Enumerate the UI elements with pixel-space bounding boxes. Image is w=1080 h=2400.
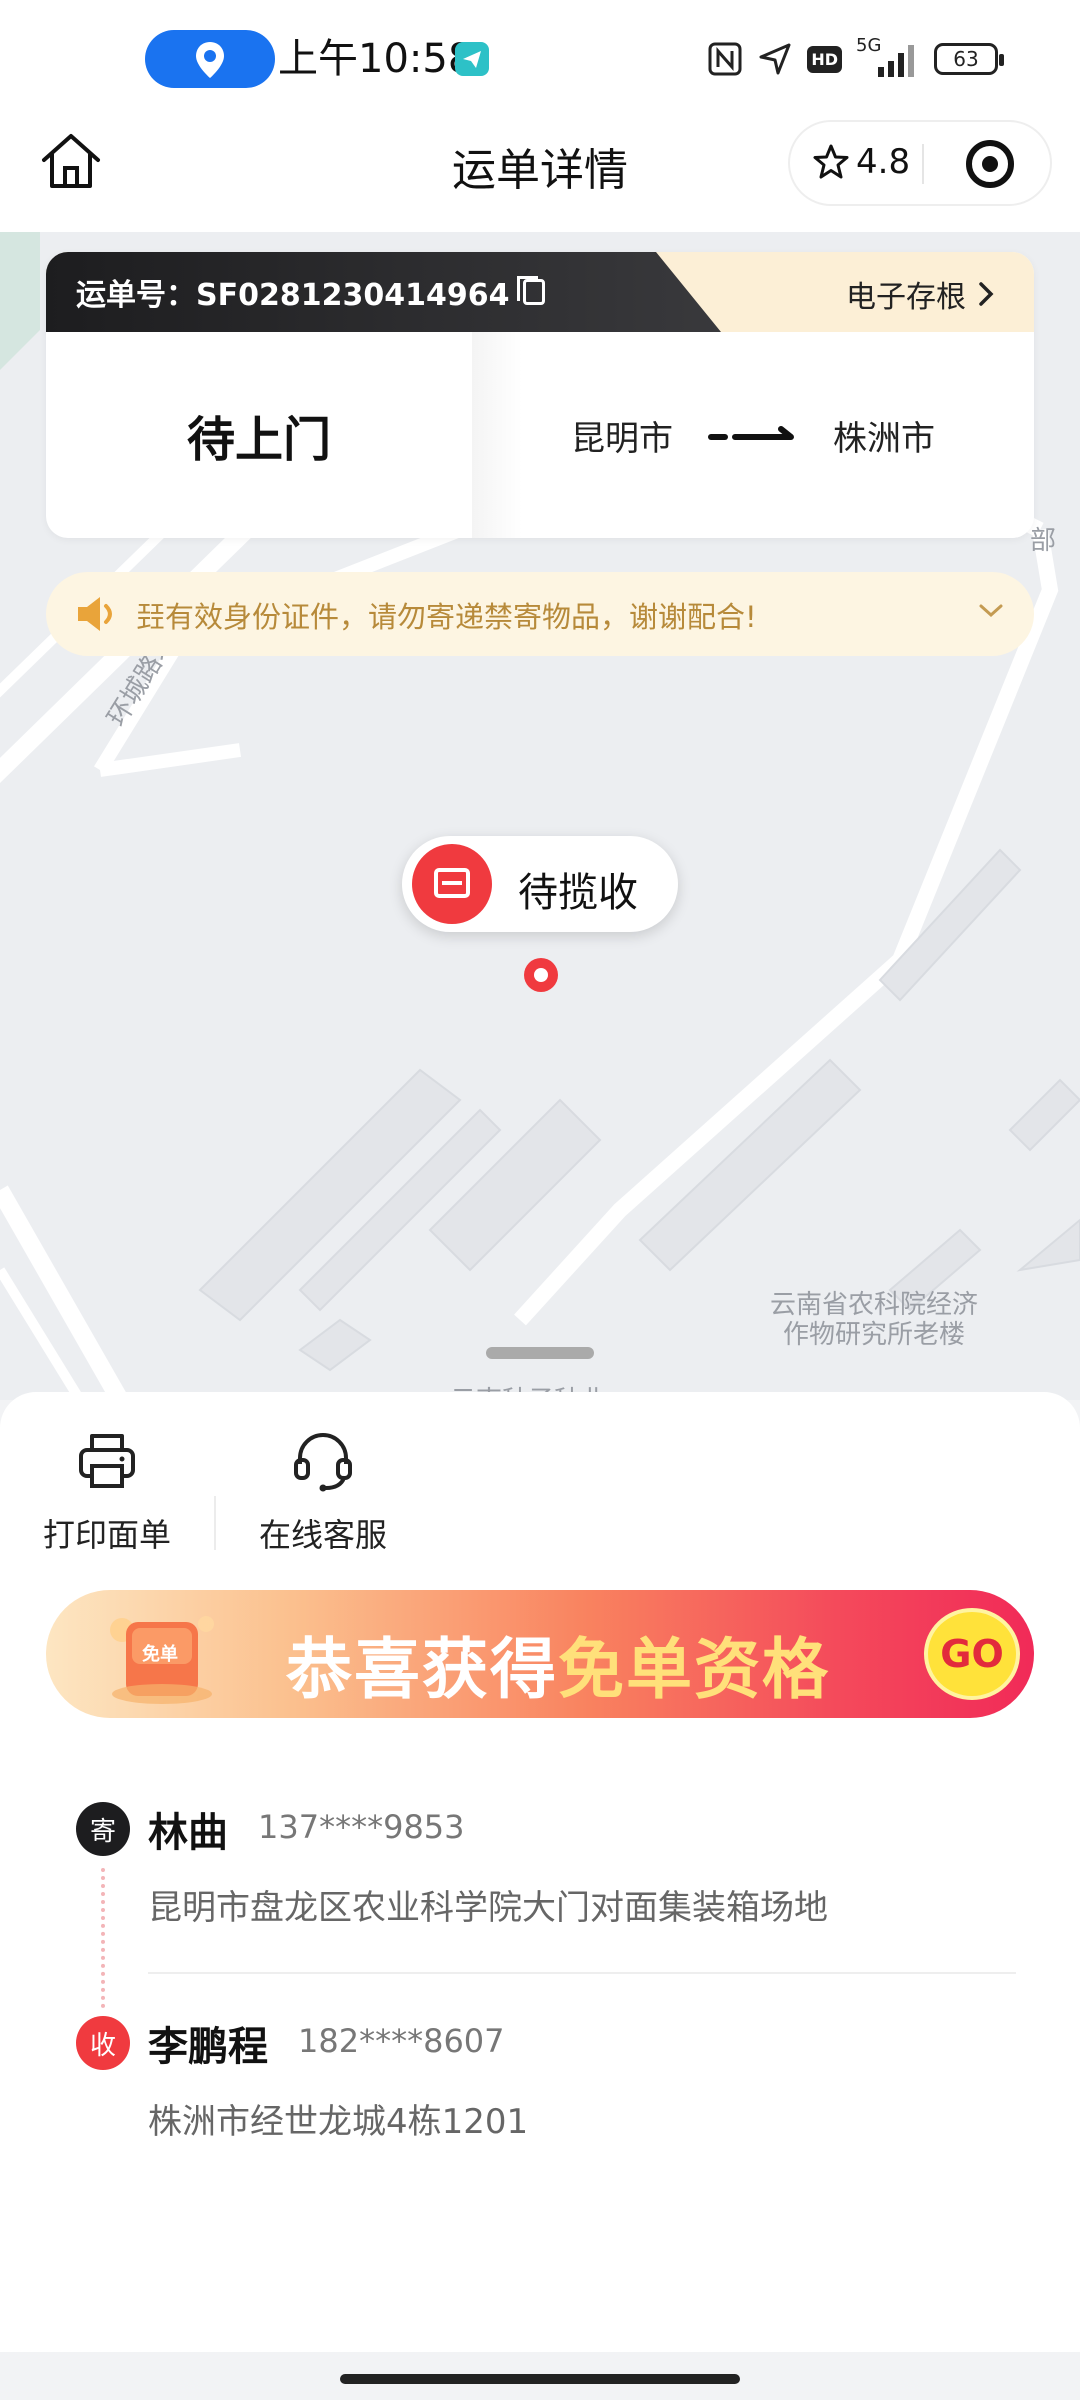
action-divider	[214, 1496, 216, 1550]
copy-icon[interactable]	[517, 276, 546, 305]
electronic-stub-link[interactable]: 电子存根	[846, 272, 996, 316]
printer-icon	[79, 1434, 135, 1488]
route-summary: 昆明市 株洲市	[472, 332, 1034, 538]
rating-value: 4.8	[856, 142, 911, 182]
navigation-arrow-icon	[759, 43, 791, 75]
mini-program-capsule: 4.8	[788, 120, 1052, 206]
waybill-status: 待上门	[46, 332, 472, 538]
location-pin	[524, 958, 558, 992]
party-divider	[148, 1972, 1016, 1974]
go-button[interactable]: GO	[924, 1608, 1020, 1700]
nfc-icon	[708, 42, 742, 76]
battery-icon: 63	[934, 43, 1004, 75]
status-time: 上午10:58	[278, 36, 474, 82]
app-header: 运单详情 4.8	[0, 120, 1080, 232]
star-icon	[813, 144, 849, 179]
speaker-icon	[78, 597, 112, 631]
receiver-badge: 收	[76, 2016, 130, 2070]
sender-address: 昆明市盘龙区农业科学院大门对面集装箱场地	[148, 1888, 828, 1928]
promo-title-highlight: 免单资格	[558, 1631, 830, 1708]
map-poi-line1: 云南省农科院经济	[770, 1290, 979, 1320]
status-icons: HD 5G 63	[707, 34, 1004, 84]
free-order-promo-banner[interactable]: 免单 恭喜获得免单资格 GO	[46, 1590, 1034, 1718]
waybill-status-text: 待上门	[186, 412, 331, 468]
sender-badge: 寄	[76, 1802, 130, 1856]
chevron-down-icon[interactable]	[976, 596, 1006, 626]
status-bar: 上午10:58 HD 5G 63	[0, 0, 1080, 120]
sheet-drag-handle[interactable]	[486, 1347, 594, 1359]
print-waybill-label: 打印面单	[42, 1516, 171, 1554]
waybill-number[interactable]: 运单号：SF0281230414964	[76, 270, 546, 314]
marker-label: 待揽收	[518, 870, 638, 916]
route-arrow-icon	[708, 426, 794, 440]
system-nav-bar	[0, 2352, 1080, 2400]
location-pin-icon	[196, 42, 224, 78]
destination-city: 株洲市	[833, 418, 935, 459]
electronic-stub-label: 电子存根	[846, 280, 966, 315]
notice-text: 㠭有效身份证件，请勿寄递禁寄物品，谢谢配合!	[136, 600, 757, 634]
promo-title-main: 恭喜获得	[286, 1631, 558, 1708]
headset-icon	[294, 1433, 352, 1492]
rating-button[interactable]: 4.8	[812, 142, 910, 182]
receiver-phone: 182****8607	[298, 2022, 505, 2060]
sender-name: 林曲	[148, 1810, 228, 1856]
capsule-divider	[922, 144, 924, 184]
map-poi-label: 云南省农科院经济 作物研究所老楼	[770, 1290, 978, 1350]
signal-icon: 5G	[856, 35, 920, 79]
route-connector	[101, 1868, 109, 2008]
origin-city: 昆明市	[571, 418, 673, 459]
close-target-icon[interactable]	[966, 140, 1014, 188]
promo-title: 恭喜获得免单资格	[286, 1616, 830, 1712]
waybill-number-text: 运单号：SF0281230414964	[76, 278, 510, 313]
notice-banner[interactable]: 㠭有效身份证件，请勿寄递禁寄物品，谢谢配合!	[46, 572, 1034, 656]
battery-level: 63	[953, 47, 979, 71]
map-poi-line2: 作物研究所老楼	[783, 1320, 966, 1350]
details-sheet: 打印面单 在线客服 免单 恭喜获得免单资格 GO 寄 林曲 137****985…	[0, 1392, 1080, 2352]
pickup-status-marker[interactable]: 待揽收	[402, 836, 678, 932]
waybill-card: 运单号：SF0281230414964 电子存根 待上门 昆明市 株洲市	[46, 252, 1034, 538]
print-waybill-button[interactable]: 打印面单	[22, 1428, 192, 1556]
hd-icon: HD	[807, 45, 842, 73]
location-indicator	[145, 30, 275, 88]
chevron-right-icon	[979, 282, 994, 306]
gift-label: 免单	[142, 1644, 178, 1665]
online-support-button[interactable]: 在线客服	[238, 1428, 408, 1556]
online-support-label: 在线客服	[258, 1516, 387, 1554]
receiver-address: 株洲市经世龙城4栋1201	[148, 2102, 529, 2142]
package-icon	[412, 844, 492, 924]
receiver-name: 李鹏程	[148, 2024, 268, 2070]
telegram-icon	[455, 42, 489, 76]
home-indicator[interactable]	[340, 2374, 740, 2384]
sender-phone: 137****9853	[258, 1808, 465, 1846]
